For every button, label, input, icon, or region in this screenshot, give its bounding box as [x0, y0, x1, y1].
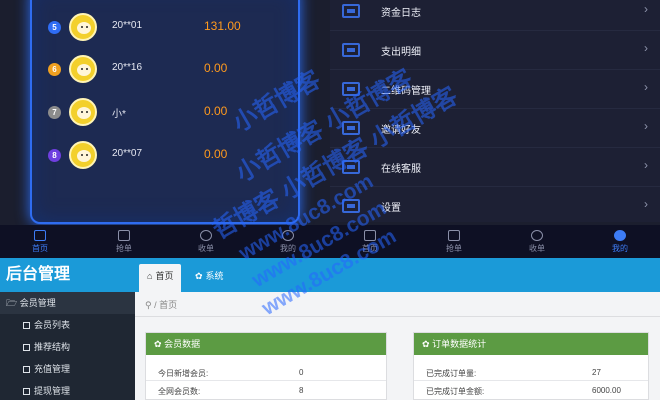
menu-item-expenses[interactable]: 支出明细 › [330, 31, 660, 70]
chevron-right-icon: › [644, 2, 648, 16]
card-header: ✿ 订单数据统计 [414, 333, 648, 355]
sidebar-item-referral[interactable]: 推荐结构 [0, 336, 135, 358]
chevron-right-icon: › [644, 158, 648, 172]
stat-value: 27 [592, 368, 601, 377]
location-icon: ⚲ [145, 300, 152, 310]
divider [135, 316, 660, 317]
folder-icon: 🗁 [6, 298, 18, 308]
member-amount: 0.00 [204, 147, 228, 161]
avatar [69, 98, 97, 126]
tab-label: 抢单 [116, 244, 132, 253]
card-icon [342, 4, 360, 18]
rank-badge: 6 [48, 63, 61, 76]
member-name: 20**16 [112, 62, 143, 73]
envelope-icon [448, 230, 460, 241]
menu-item-label: 在线客服 [381, 164, 421, 175]
tab-receive-order[interactable]: 收单 [507, 228, 567, 258]
chevron-right-icon: › [644, 119, 648, 133]
sidebar-item-label: 推荐结构 [34, 342, 71, 352]
tab-grab-order[interactable]: 抢单 [94, 228, 154, 258]
tab-label: 我的 [612, 244, 628, 253]
sidebar-item-member-list[interactable]: 会员列表 [0, 314, 135, 336]
sidebar-item-label: 会员列表 [34, 320, 71, 330]
ranking-row[interactable]: 6 20**16 0.00 [32, 50, 298, 90]
gear-icon [531, 230, 543, 241]
member-data-card: ✿ 会员数据 今日新增会员: 0 全网会员数: 8 [145, 332, 387, 400]
sidebar-group-members[interactable]: 🗁 会员管理 [0, 292, 135, 314]
admin-tab-strip: ⌂ 首页 ✿ 系统 [135, 258, 660, 292]
rank-badge: 5 [48, 21, 61, 34]
card-title: 订单数据统计 [432, 339, 487, 349]
menu-item-label: 资金日志 [381, 8, 421, 19]
stat-value: 6000.00 [592, 386, 621, 395]
tab-system[interactable]: ✿ 系统 [187, 264, 232, 292]
member-amount: 131.00 [204, 19, 241, 33]
card-title: 会员数据 [164, 339, 201, 349]
tab-label: 首页 [155, 271, 174, 281]
sidebar-group-label: 会员管理 [19, 298, 56, 308]
tab-label: 收单 [198, 244, 214, 253]
divider [414, 380, 648, 381]
menu-item-fund-log[interactable]: 资金日志 › [330, 0, 660, 31]
home-icon: ⌂ [147, 271, 153, 281]
rank-badge: 7 [48, 106, 61, 119]
chevron-right-icon: › [644, 41, 648, 55]
user-icon [23, 322, 30, 329]
sidebar-item-withdraw[interactable]: 提现管理 [0, 380, 135, 400]
avatar [69, 141, 97, 169]
gear-icon [200, 230, 212, 241]
member-name: 20**01 [112, 20, 143, 31]
document-icon [23, 388, 30, 395]
stat-label: 已完成订单量: [426, 369, 477, 378]
chevron-right-icon: › [644, 197, 648, 211]
admin-main: ⚲ / 首页 ✿ 会员数据 今日新增会员: 0 全网会员数: 8 ✿ 订单数据统… [135, 292, 660, 400]
tab-label: 收单 [529, 244, 545, 253]
grid-icon [23, 344, 30, 351]
member-name: 20**07 [112, 148, 143, 159]
card-header: ✿ 会员数据 [146, 333, 386, 355]
tab-mine[interactable]: 我的 [590, 228, 650, 258]
member-name: 小* [112, 109, 126, 120]
sidebar-item-recharge[interactable]: 充值管理 [0, 358, 135, 380]
gear-icon: ✿ [422, 339, 430, 349]
tab-home[interactable]: ⌂ 首页 [139, 264, 182, 292]
member-amount: 0.00 [204, 61, 228, 75]
tab-label: 系统 [205, 271, 224, 281]
rank-badge: 8 [48, 149, 61, 162]
stat-value: 8 [299, 386, 304, 395]
menu-item-label: 支出明细 [381, 47, 421, 58]
tab-grab-order[interactable]: 抢单 [424, 228, 484, 258]
stat-label: 全网会员数: [158, 387, 201, 396]
stat-label: 已完成订单金额: [426, 387, 485, 396]
gear-icon: ✿ [195, 271, 203, 281]
home-icon [34, 230, 46, 241]
tab-label: 抢单 [446, 244, 462, 253]
chevron-right-icon: › [644, 80, 648, 94]
ranking-row[interactable]: 5 20**01 131.00 [32, 8, 298, 48]
envelope-icon [118, 230, 130, 241]
avatar [69, 13, 97, 41]
breadcrumb: ⚲ / 首页 [145, 300, 178, 310]
admin-sidebar: 🗁 会员管理 会员列表 推荐结构 充值管理 提现管理 [0, 292, 135, 400]
user-icon [614, 230, 626, 241]
stat-value: 0 [299, 368, 304, 377]
tab-home[interactable]: 首页 [10, 228, 70, 258]
admin-brand: 后台管理 [0, 258, 135, 292]
avatar [69, 55, 97, 83]
stat-label: 今日新增会员: [158, 369, 209, 378]
tab-label: 首页 [32, 244, 48, 253]
document-icon [23, 366, 30, 373]
gear-icon: ✿ [154, 339, 162, 349]
order-stats-card: ✿ 订单数据统计 已完成订单量: 27 已完成订单金额: 6000.00 [413, 332, 649, 400]
sidebar-item-label: 充值管理 [34, 364, 71, 374]
card-icon [342, 43, 360, 57]
settings-menu: 资金日志 › 支出明细 › 二维码管理 › 邀请好友 › 在线客服 › 设置 › [330, 0, 660, 226]
member-amount: 0.00 [204, 104, 228, 118]
divider [146, 380, 386, 381]
breadcrumb-item[interactable]: 首页 [159, 300, 177, 310]
sidebar-item-label: 提现管理 [34, 386, 71, 396]
